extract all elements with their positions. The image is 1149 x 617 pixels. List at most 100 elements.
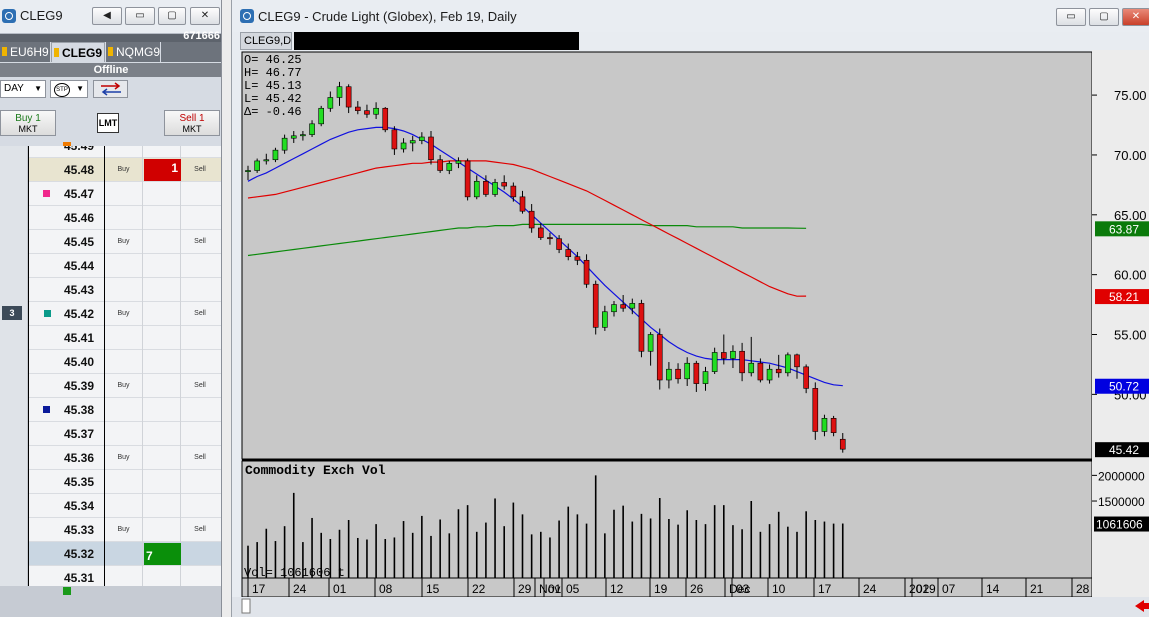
order-marker-icon[interactable]	[44, 310, 51, 317]
ladder-price[interactable]: 45.35	[28, 470, 105, 494]
chart-symbol-tab[interactable]: CLEG9,D	[240, 32, 292, 50]
ladder-price[interactable]: 45.45	[28, 230, 105, 254]
ladder-buy-cell[interactable]: Buy	[105, 374, 143, 398]
ladder-sell-cell[interactable]: Sell	[181, 374, 219, 398]
ladder-row[interactable]: 45.40	[0, 350, 221, 374]
ladder-row[interactable]: 45.46	[0, 206, 221, 230]
ladder-sell-cell[interactable]: Sell	[181, 158, 219, 182]
back-button[interactable]: ◀	[92, 7, 122, 25]
ladder-row[interactable]: 45.45 Buy Sell	[0, 230, 221, 254]
ladder-price[interactable]: 45.49	[28, 146, 105, 158]
tab-cleg9[interactable]: CLEG9	[51, 42, 105, 62]
ladder-buy-cell[interactable]	[105, 182, 143, 206]
ladder-buy-cell[interactable]: Buy	[105, 230, 143, 254]
ladder-price[interactable]: 45.31	[28, 566, 105, 586]
ladder-qty-cell[interactable]	[143, 566, 181, 586]
ladder-left-cell[interactable]	[0, 326, 28, 350]
limit-order-icon[interactable]: LMT	[97, 113, 119, 133]
ladder-price[interactable]: 45.46	[28, 206, 105, 230]
ladder-buy-cell[interactable]	[105, 470, 143, 494]
ladder-sell-cell[interactable]	[181, 146, 219, 158]
ladder-left-cell[interactable]	[0, 350, 28, 374]
ladder-buy-cell[interactable]	[105, 398, 143, 422]
ladder-row[interactable]: 45.34	[0, 494, 221, 518]
ladder-qty-cell[interactable]	[143, 182, 181, 206]
order-count-badge[interactable]: 3	[2, 306, 22, 320]
ladder-qty-cell[interactable]	[143, 422, 181, 446]
ladder-left-cell[interactable]	[0, 494, 28, 518]
ladder-row[interactable]: 45.32 7	[0, 542, 221, 566]
ladder-price[interactable]: 45.33	[28, 518, 105, 542]
ladder-buy-cell[interactable]	[105, 146, 143, 158]
ladder-sell-cell[interactable]	[181, 182, 219, 206]
sell-market-button[interactable]: Sell 1 MKT	[164, 110, 220, 136]
ladder-left-cell[interactable]: 3	[0, 302, 28, 326]
ladder-price[interactable]: 45.47	[28, 182, 105, 206]
ladder-sell-cell[interactable]	[181, 566, 219, 586]
ladder-sell-cell[interactable]	[181, 398, 219, 422]
ladder-sell-cell[interactable]: Sell	[181, 518, 219, 542]
close-button[interactable]: ✕	[190, 7, 220, 25]
ladder-left-cell[interactable]	[0, 278, 28, 302]
ladder-left-cell[interactable]	[0, 158, 28, 182]
order-marker-icon[interactable]	[43, 406, 50, 413]
ladder-qty-cell[interactable]	[143, 398, 181, 422]
ladder-row[interactable]: 45.35	[0, 470, 221, 494]
ladder-buy-cell[interactable]: Buy	[105, 446, 143, 470]
ladder-qty-cell[interactable]	[143, 518, 181, 542]
ladder-sell-cell[interactable]	[181, 470, 219, 494]
ladder-sell-cell[interactable]: Sell	[181, 446, 219, 470]
ladder-buy-cell[interactable]: Buy	[105, 302, 143, 326]
restore-button[interactable]: ▢	[158, 7, 186, 25]
dom-title-bar[interactable]: CLEG9 ◀ ▭ ▢ ✕	[0, 0, 221, 34]
bid-size-box[interactable]: 7	[144, 543, 181, 565]
ladder-left-cell[interactable]	[0, 398, 28, 422]
ladder-left-cell[interactable]	[0, 206, 28, 230]
ladder-row[interactable]: 45.43	[0, 278, 221, 302]
ladder-qty-cell[interactable]	[143, 326, 181, 350]
ladder-row[interactable]: 45.36 Buy Sell	[0, 446, 221, 470]
reverse-button[interactable]	[93, 80, 128, 98]
ladder-qty-cell[interactable]	[143, 374, 181, 398]
ladder-left-cell[interactable]	[0, 182, 28, 206]
chart-restore-button[interactable]: ▢	[1089, 8, 1119, 26]
ladder-buy-cell[interactable]	[105, 254, 143, 278]
ladder-row[interactable]: 45.44	[0, 254, 221, 278]
ladder-left-cell[interactable]	[0, 230, 28, 254]
ladder-buy-cell[interactable]	[105, 422, 143, 446]
ladder-sell-cell[interactable]	[181, 326, 219, 350]
ladder-buy-cell[interactable]	[105, 566, 143, 586]
ladder-buy-cell[interactable]	[105, 542, 143, 566]
ladder-buy-cell[interactable]	[105, 494, 143, 518]
ladder-qty-cell[interactable]	[143, 230, 181, 254]
ladder-row[interactable]: 45.49	[0, 146, 221, 158]
ladder-price[interactable]: 45.42	[28, 302, 105, 326]
ladder-sell-cell[interactable]	[181, 422, 219, 446]
ladder-sell-cell[interactable]	[181, 206, 219, 230]
ladder-buy-cell[interactable]	[105, 206, 143, 230]
ladder-price[interactable]: 45.32	[28, 542, 105, 566]
buy-market-button[interactable]: Buy 1 MKT	[0, 110, 56, 136]
chart-close-button[interactable]: ✕	[1122, 8, 1149, 26]
ladder-left-cell[interactable]	[0, 422, 28, 446]
ladder-buy-cell[interactable]	[105, 326, 143, 350]
ladder-sell-cell[interactable]	[181, 494, 219, 518]
ladder-price[interactable]: 45.41	[28, 326, 105, 350]
ladder-price[interactable]: 45.40	[28, 350, 105, 374]
ladder-price[interactable]: 45.48	[28, 158, 105, 182]
ladder-qty-cell[interactable]	[143, 254, 181, 278]
order-type-select[interactable]: STP ▼	[50, 80, 88, 98]
ladder-qty-cell[interactable]	[143, 302, 181, 326]
ladder-price[interactable]: 45.39	[28, 374, 105, 398]
ladder-buy-cell[interactable]: Buy	[105, 158, 143, 182]
ladder-qty-cell[interactable]	[143, 446, 181, 470]
tab-nqmg9[interactable]: NQMG9	[106, 42, 160, 62]
ladder-price[interactable]: 45.38	[28, 398, 105, 422]
ladder-qty-cell[interactable]	[143, 494, 181, 518]
minimize-button[interactable]: ▭	[125, 7, 155, 25]
ladder-row[interactable]: 45.31	[0, 566, 221, 586]
ladder-price[interactable]: 45.36	[28, 446, 105, 470]
ladder-left-cell[interactable]	[0, 566, 28, 586]
ladder-price[interactable]: 45.37	[28, 422, 105, 446]
ladder-sell-cell[interactable]	[181, 350, 219, 374]
